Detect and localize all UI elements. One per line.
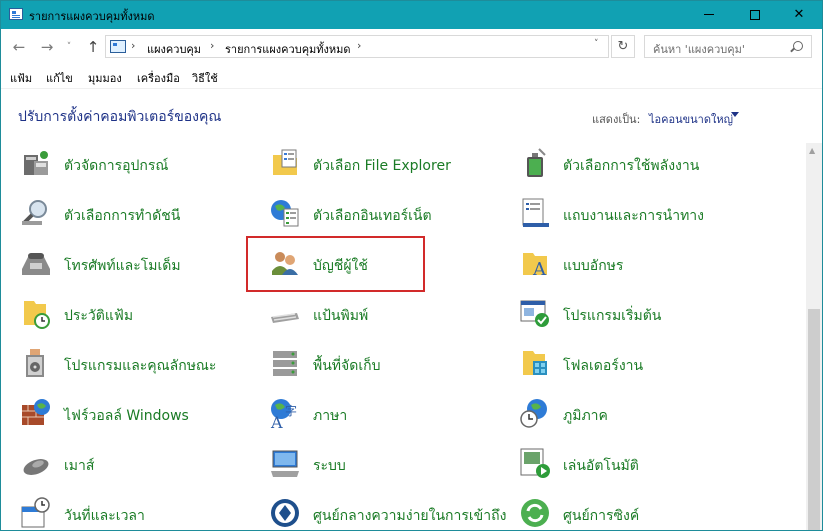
phone-modem-icon — [22, 253, 50, 275]
scrollbar-thumb[interactable] — [808, 309, 820, 530]
taskbar-navigation-icon — [522, 198, 549, 227]
address-bar[interactable]: › แผงควบคุม › รายการแผงควบคุมทั้งหมด › ˅ — [105, 35, 609, 58]
storage-spaces-icon — [273, 351, 297, 376]
item-label: เล่นอัตโนมัติ — [563, 458, 639, 474]
autoplay-icon — [520, 448, 550, 478]
control-panel-icon — [9, 8, 23, 20]
up-button[interactable]: ↑ — [83, 37, 103, 57]
item-label: พื้นที่จัดเก็บ — [313, 358, 381, 374]
indexing-options-icon — [22, 200, 47, 225]
item-label: ตัวเลือกการทำดัชนี — [64, 208, 181, 224]
address-dropdown[interactable]: ˅ — [594, 39, 599, 49]
internet-options-icon — [271, 200, 299, 227]
page-title: ปรับการตั้งค่าคอมพิวเตอร์ของคุณ — [18, 109, 222, 125]
item-label: ภาษา — [313, 408, 348, 424]
item-label: ตัวจัดการอุปกรณ์ — [64, 158, 169, 174]
svg-text:字: 字 — [285, 403, 297, 418]
item-label: โทรศัพท์และโมเด็ม — [64, 258, 181, 274]
chevron-down-icon[interactable] — [731, 112, 739, 117]
minimize-button[interactable] — [686, 1, 732, 29]
item-label: ระบบ — [313, 458, 346, 474]
recent-locations-button[interactable]: ˅ — [63, 37, 75, 57]
item-label: โฟลเดอร์งาน — [563, 358, 644, 374]
mouse-icon — [23, 459, 49, 475]
system-icon — [271, 450, 299, 477]
breadcrumb-separator[interactable]: › — [131, 39, 135, 52]
svg-text:A: A — [270, 413, 283, 429]
ease-of-access-icon — [271, 499, 299, 527]
breadcrumb-separator[interactable]: › — [357, 39, 361, 52]
item-label: วันที่และเวลา — [64, 508, 145, 524]
date-time-icon — [21, 497, 50, 528]
svg-text:A: A — [532, 259, 547, 279]
breadcrumb-all-items[interactable]: รายการแผงควบคุมทั้งหมด — [225, 40, 351, 58]
control-panel-icon — [110, 40, 126, 53]
work-folders-icon — [523, 351, 547, 375]
forward-button[interactable]: → — [37, 37, 57, 57]
item-label: ตัวเลือกการใช้พลังงาน — [563, 158, 700, 174]
menu-view[interactable]: มุมมอง — [88, 69, 122, 87]
window-title: รายการแผงควบคุมทั้งหมด — [29, 10, 155, 23]
minimize-icon — [704, 14, 714, 15]
file-explorer-options-icon — [273, 149, 297, 175]
item-label: ตัวเลือกอินเทอร์เน็ต — [313, 208, 432, 224]
back-button[interactable]: ← — [9, 37, 29, 57]
item-label: ไฟร์วอลล์ Windows — [64, 408, 189, 424]
search-input[interactable]: ค้นหา 'แผงควบคุม' — [644, 35, 812, 58]
search-icon[interactable] — [793, 41, 803, 51]
menu-bar: แฟ้ม แก้ไข มุมมอง เครื่องมือ วิธีใช้ — [1, 65, 822, 87]
breadcrumb-control-panel[interactable]: แผงควบคุม — [147, 40, 201, 58]
programs-features-icon — [26, 349, 44, 377]
menu-file[interactable]: แฟ้ม — [10, 69, 32, 87]
item-label: ภูมิภาค — [563, 408, 608, 424]
item-label: ประวัติแฟ้ม — [64, 308, 134, 324]
fonts-icon: A — [523, 253, 547, 279]
item-label: โปรแกรมเริ่มต้น — [563, 308, 662, 324]
item-label: แถบงานและการนำทาง — [563, 208, 704, 224]
keyboard-icon — [271, 313, 299, 323]
maximize-button[interactable] — [732, 1, 778, 29]
windows-firewall-icon — [22, 399, 50, 425]
default-programs-icon — [520, 300, 549, 327]
divider — [1, 88, 822, 89]
vertical-scrollbar[interactable]: ▲ — [806, 143, 822, 530]
control-panel-window: รายการแผงควบคุมทั้งหมด ✕ ← → ˅ ↑ › แผงคว… — [0, 0, 823, 531]
item-label: แป้นพิมพ์ — [313, 308, 369, 324]
item-label: ศูนย์การซิงค์ — [563, 508, 640, 524]
language-icon: A字 — [270, 399, 297, 429]
highlight-box — [246, 236, 425, 292]
item-label: เมาส์ — [64, 458, 95, 474]
title-bar[interactable]: รายการแผงควบคุมทั้งหมด ✕ — [1, 1, 822, 29]
view-by-label: แสดงเป็น: — [592, 113, 641, 126]
item-label: ตัวเลือก File Explorer — [313, 158, 451, 174]
breadcrumb-separator[interactable]: › — [210, 39, 214, 52]
menu-help[interactable]: วิธีใช้ — [192, 69, 218, 87]
menu-edit[interactable]: แก้ไข — [46, 69, 73, 87]
file-history-icon — [24, 301, 50, 329]
power-options-icon — [527, 148, 546, 177]
scroll-up-icon[interactable]: ▲ — [809, 146, 815, 155]
item-label: โปรแกรมและคุณลักษณะ — [64, 358, 217, 374]
item-label: ศูนย์กลางความง่ายในการเข้าถึง — [313, 508, 507, 524]
navigation-bar: ← → ˅ ↑ › แผงควบคุม › รายการแผงควบคุมทั้… — [1, 29, 822, 65]
view-by-dropdown[interactable]: ไอคอนขนาดใหญ่ — [649, 110, 733, 128]
region-icon — [520, 399, 547, 428]
refresh-button[interactable]: ↻ — [611, 35, 635, 58]
maximize-icon — [750, 9, 760, 20]
sync-center-icon — [521, 499, 549, 527]
device-manager-icon — [24, 151, 48, 175]
close-button[interactable]: ✕ — [776, 1, 822, 29]
search-placeholder: ค้นหา 'แผงควบคุม' — [653, 43, 745, 56]
menu-tools[interactable]: เครื่องมือ — [137, 69, 180, 87]
item-label: แบบอักษร — [563, 258, 624, 274]
